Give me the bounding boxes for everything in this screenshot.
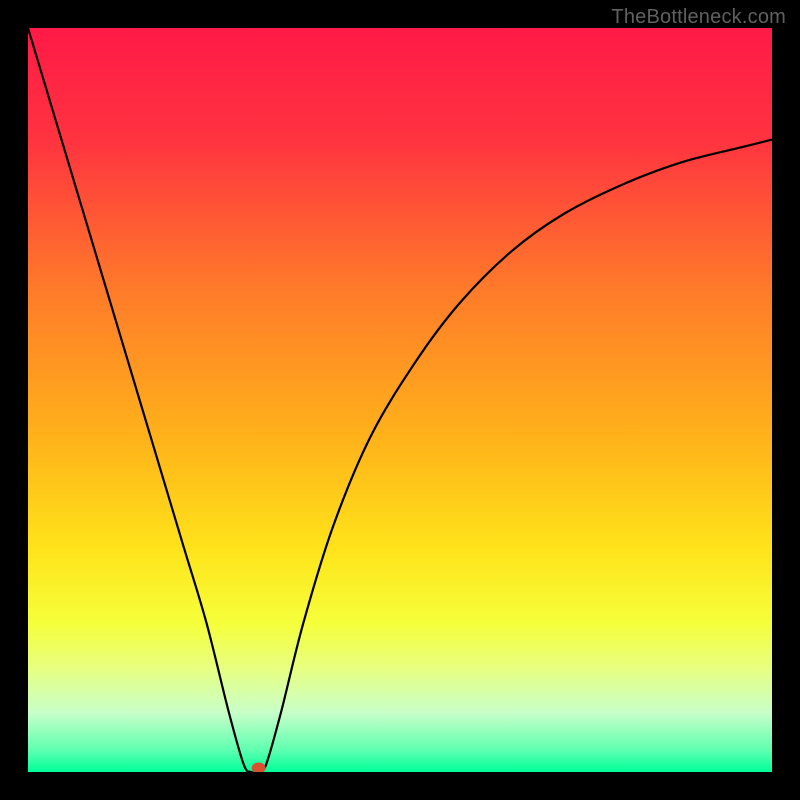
chart-area xyxy=(28,28,772,772)
bottleneck-curve xyxy=(28,28,772,772)
watermark-text: TheBottleneck.com xyxy=(611,6,786,29)
chart-frame xyxy=(28,28,772,772)
curve-layer xyxy=(28,28,772,772)
minimum-marker xyxy=(252,763,266,773)
